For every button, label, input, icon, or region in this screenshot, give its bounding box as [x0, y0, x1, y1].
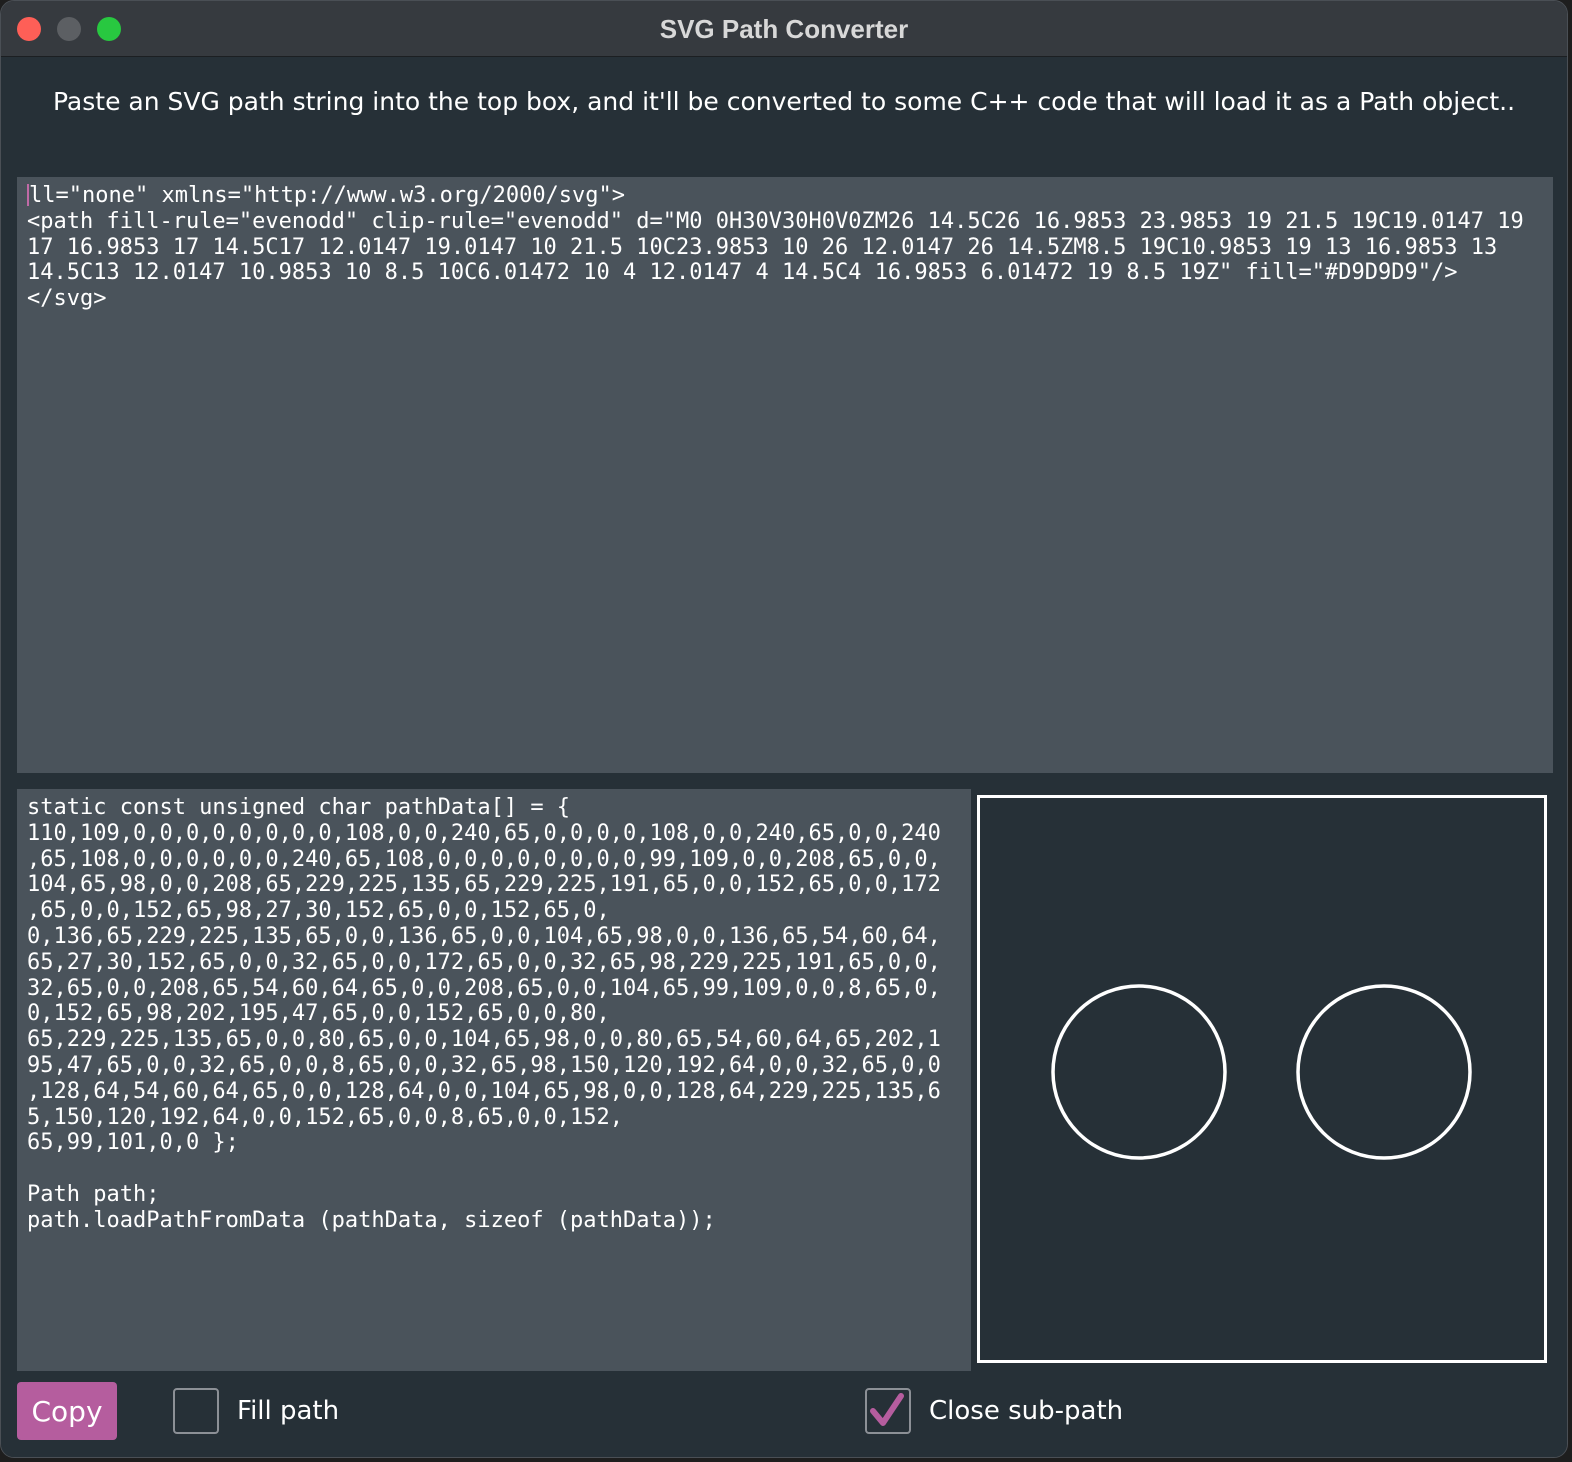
close-subpath-checkbox[interactable]	[865, 1388, 911, 1434]
path-preview	[977, 795, 1547, 1363]
preview-circle-left	[1051, 984, 1227, 1160]
fill-path-label: Fill path	[237, 1396, 340, 1426]
instructions-text: Paste an SVG path string into the top bo…	[52, 87, 1516, 116]
window-title: SVG Path Converter	[659, 14, 909, 44]
svg-input-editor[interactable]: ll="none" xmlns="http://www.w3.org/2000/…	[17, 177, 1553, 773]
fill-path-checkbox[interactable]	[173, 1388, 219, 1434]
main-content: Paste an SVG path string into the top bo…	[1, 57, 1567, 1457]
title-bar[interactable]: SVG Path Converter	[1, 1, 1567, 57]
app-window: SVG Path Converter Paste an SVG path str…	[0, 0, 1568, 1458]
preview-canvas	[1051, 984, 1472, 1160]
cpp-output-text: static const unsigned char pathData[] = …	[27, 795, 941, 1233]
copy-button[interactable]: Copy	[17, 1382, 117, 1440]
close-subpath-label: Close sub-path	[929, 1396, 1124, 1426]
cpp-output-editor[interactable]: static const unsigned char pathData[] = …	[17, 789, 971, 1371]
preview-circle-right	[1296, 984, 1472, 1160]
checkmark-icon	[870, 1393, 904, 1426]
svg-input-text: ll="none" xmlns="http://www.w3.org/2000/…	[27, 183, 1524, 312]
